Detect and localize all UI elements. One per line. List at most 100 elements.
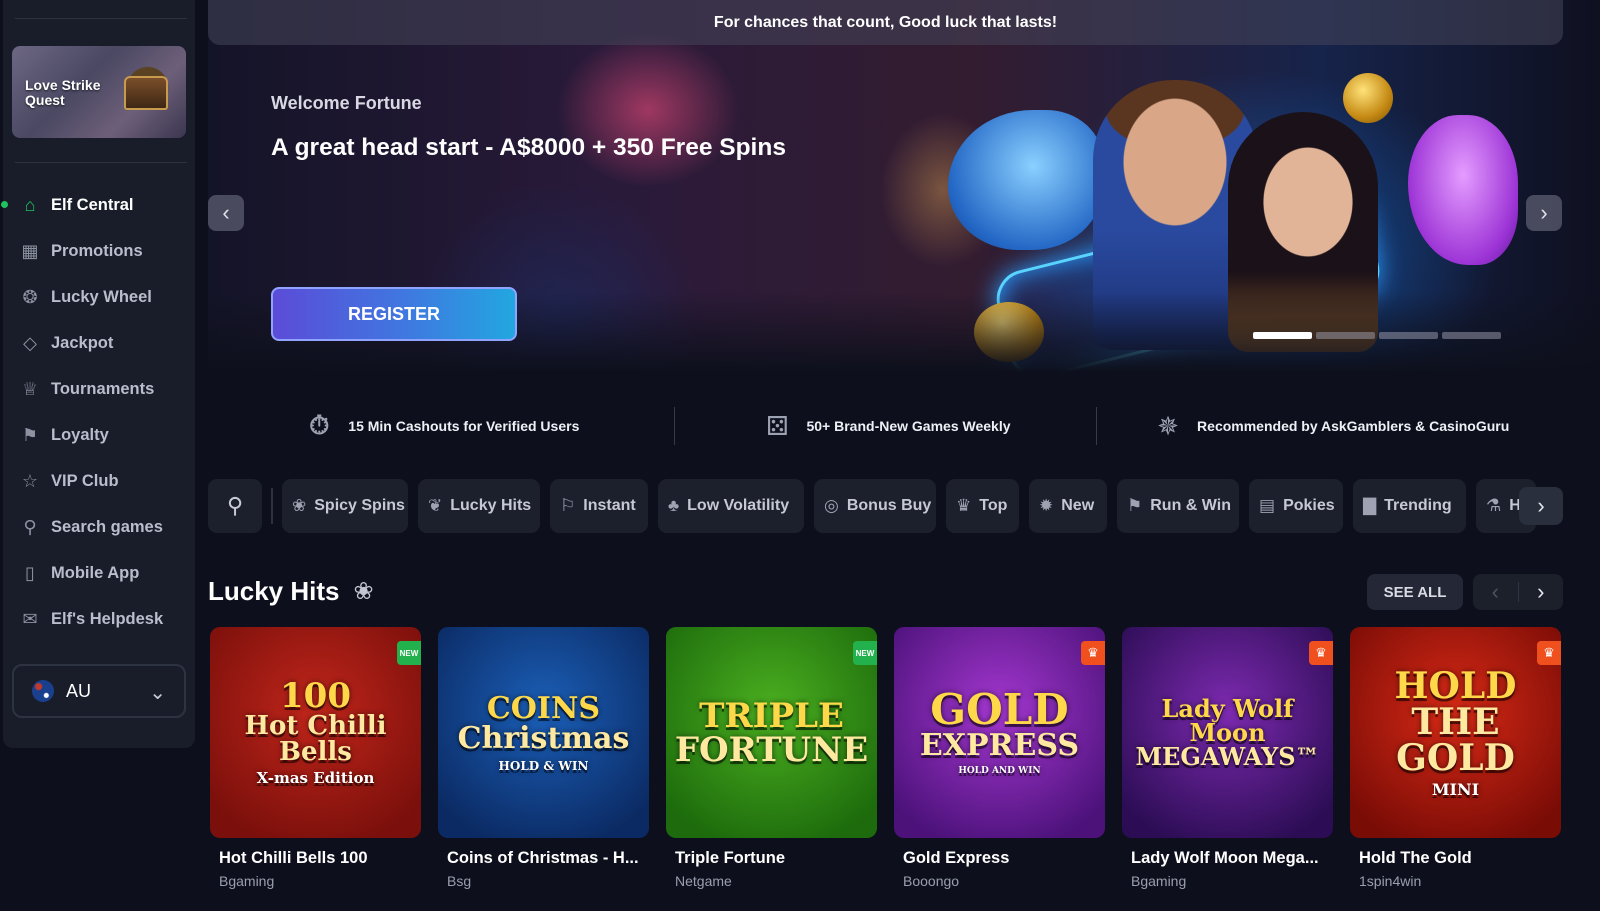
sidebar-item-elf-central[interactable]: ⌂ Elf Central [1,182,195,228]
hero-next-button[interactable]: › [1526,195,1562,231]
sidebar-item-vip-club[interactable]: ☆ VIP Club [3,458,195,504]
sidebar-item-elf-s-helpdesk[interactable]: ✉ Elf's Helpdesk [3,596,195,642]
category-trending[interactable]: ▇ Trending [1353,479,1466,533]
category-spicy-spins[interactable]: ❀ Spicy Spins [282,479,408,533]
star-icon: ☆ [21,470,39,491]
sidebar-item-promotions[interactable]: ▦ Promotions [3,228,195,274]
sidebar-divider [15,18,187,19]
game-art-text: MINI [1431,779,1480,799]
game-art: GOLD EXPRESS HOLD AND WIN [920,689,1079,776]
carousel-dot[interactable] [1379,332,1438,339]
sidebar-item-search-games[interactable]: ⚲ Search games [3,504,195,550]
category-label: Pokies [1283,497,1335,514]
category-new[interactable]: ✹ New [1029,479,1107,533]
game-art-text: FORTUNE [674,729,869,770]
game-title[interactable]: Hot Chilli Bells 100 [219,849,421,868]
new-badge-icon: ✹ [1039,496,1054,515]
game-thumbnail[interactable]: TRIPLE FORTUNE NEW [666,627,877,838]
sidebar-item-lucky-wheel[interactable]: ❂ Lucky Wheel [3,274,195,320]
sidebar-item-label: VIP Club [51,471,119,490]
category-bonus-buy[interactable]: ◎ Bonus Buy [814,479,936,533]
game-art-text: COINS [486,690,601,726]
game-art-text: MEGAWAYS™ [1135,741,1320,771]
flag-icon: ⚑ [21,424,39,445]
category-label: Spicy Spins [314,497,405,514]
category-low-volatility[interactable]: ♣ Low Volatility [658,479,804,533]
sidebar-item-loyalty[interactable]: ⚑ Loyalty [3,412,195,458]
hero-prev-button[interactable]: ‹ [208,195,244,231]
game-provider: Bsg [447,873,472,889]
sidebar-item-label: Elf's Helpdesk [51,609,164,628]
sidebar-item-label: Loyalty [51,425,109,444]
gift-icon: ▦ [21,240,39,261]
chevron-left-icon: ‹ [222,200,230,225]
section-prev-button[interactable]: ‹ [1473,574,1518,610]
game-art: 100 Hot Chilli Bells X-mas Edition [210,679,421,786]
carousel-dot[interactable] [1442,332,1501,339]
sidebar-item-jackpot[interactable]: ◇ Jackpot [3,320,195,366]
category-search-button[interactable]: ⚲ [208,479,262,533]
game-title[interactable]: Hold The Gold [1359,849,1561,868]
category-next-button[interactable]: › [1519,487,1563,525]
game-title[interactable]: Lady Wolf Moon Mega... [1131,849,1333,868]
category-label: Run & Win [1150,497,1231,514]
game-title[interactable]: Triple Fortune [675,849,877,868]
carousel-dot[interactable] [1253,332,1312,339]
game-thumbnail[interactable]: GOLD EXPRESS HOLD AND WIN ♛ [894,627,1105,838]
wheel-icon: ❂ [22,286,38,307]
leaf-icon: ❀ [353,578,374,605]
australia-flag-icon [32,680,54,702]
category-run-win[interactable]: ⚑ Run & Win [1117,479,1239,533]
game-card[interactable]: COINS Christmas HOLD & WIN Coins of Christm… [438,627,649,889]
new-badge: NEW [853,641,877,665]
register-button[interactable]: REGISTER [271,287,517,341]
instant-icon: ⚐ [560,496,576,515]
game-card[interactable]: HOLD THE GOLD MINI ♛ Hold The Gold 1spin4win [1350,627,1561,889]
chevron-right-icon: › [1537,579,1545,604]
new-badge: NEW [397,641,421,665]
sidebar-item-label: Lucky Wheel [51,287,152,306]
feature-text: 50+ Brand-New Games Weekly [806,418,1011,434]
section-next-button[interactable]: › [1519,574,1564,610]
chevron-right-icon: › [1537,493,1545,518]
game-title[interactable]: Coins of Christmas - H... [447,849,649,868]
feature-text: Recommended by AskGamblers & CasinoGuru [1197,418,1510,434]
category-pokies[interactable]: ▤ Pokies [1249,479,1343,533]
crown-icon: ♛ [1309,641,1333,665]
category-top[interactable]: ♛ Top [946,479,1019,533]
game-art-text: TRIPLE [699,695,844,736]
game-art-text: X-mas Edition [256,769,375,787]
crown-icon: ♛ [1537,641,1561,665]
game-thumbnail[interactable]: 100 Hot Chilli Bells X-mas Edition NEW [210,627,421,838]
category-label: Trending [1384,497,1452,514]
game-provider: Bgaming [219,873,275,889]
crown-icon: ♛ [956,496,972,515]
feature-item: ⏱ 15 Min Cashouts for Verified Users [208,409,674,443]
features-strip: ⏱ 15 Min Cashouts for Verified Users ⚄ 50+ … [208,405,1563,447]
sidebar-item-label: Elf Central [51,195,134,214]
game-art-text: Hot Chilli Bells [244,711,387,767]
game-card[interactable]: 100 Hot Chilli Bells X-mas Edition NEW Hot C… [210,627,421,889]
sidebar-item-label: Search games [51,517,163,536]
category-lucky-hits[interactable]: ❦ Lucky Hits [418,479,540,533]
game-card[interactable]: GOLD EXPRESS HOLD AND WIN ♛ Gold Express Booo… [894,627,1105,889]
game-provider: Booongo [903,873,960,889]
trophy-icon: ♕ [21,378,39,399]
game-title[interactable]: Gold Express [903,849,1105,868]
category-instant[interactable]: ⚐ Instant [550,479,648,533]
sidebar-item-mobile-app[interactable]: ▯ Mobile App [3,550,195,596]
category-label: New [1061,497,1095,514]
feature-item: ✵ Recommended by AskGamblers & CasinoGuru [1097,409,1563,443]
game-thumbnail[interactable]: COINS Christmas HOLD & WIN [438,627,649,838]
see-all-button[interactable]: SEE ALL [1367,574,1463,610]
game-thumbnail[interactable]: HOLD THE GOLD MINI ♛ [1350,627,1561,838]
language-selector[interactable]: AU ⌄ [12,664,186,718]
promo-card[interactable]: Love Strike Quest [12,46,186,138]
game-card[interactable]: Lady Wolf Moon MEGAWAYS™ ♛ Lady Wolf Moon M… [1122,627,1333,889]
sidebar-nav: ⌂ Elf Central ▦ Promotions ❂ Lucky Wheel ◇ Jack… [1,182,195,642]
game-thumbnail[interactable]: Lady Wolf Moon MEGAWAYS™ ♛ [1122,627,1333,838]
carousel-dot[interactable] [1316,332,1375,339]
category-label: Lucky Hits [450,497,532,514]
sidebar-item-tournaments[interactable]: ♕ Tournaments [3,366,195,412]
game-card[interactable]: TRIPLE FORTUNE NEW Triple Fortune Netgame [666,627,877,889]
